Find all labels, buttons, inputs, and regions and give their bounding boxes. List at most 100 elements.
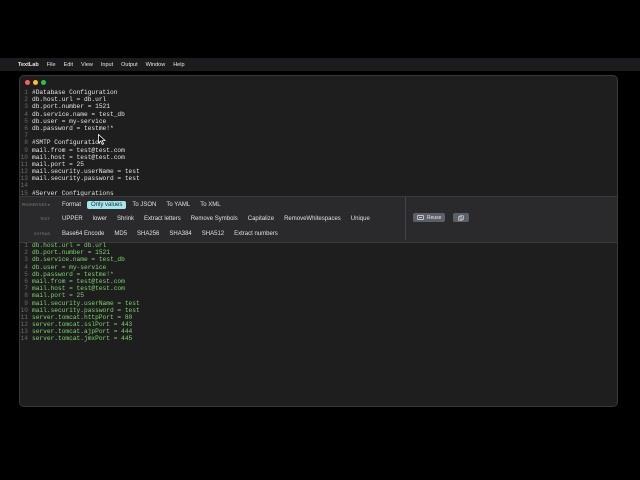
zoom-window-button[interactable]	[41, 80, 46, 85]
reuse-button[interactable]: Reuse	[413, 213, 446, 222]
editor-line: 2 db.host.url = db.url	[20, 96, 140, 103]
reuse-icon	[417, 215, 424, 220]
output-line: 12 server.tomcat.sslPort = 443	[20, 321, 140, 328]
line-number: 13	[20, 328, 28, 336]
line-number: 4	[24, 110, 28, 118]
format-button[interactable]: Format	[58, 201, 85, 209]
output-line: 10 mail.security.password = test	[20, 307, 140, 314]
line-number: 10	[20, 153, 28, 161]
app-window: 1 #Database Configuration 2 db.host.url = d…	[19, 75, 618, 407]
unique-button[interactable]: Unique	[347, 215, 374, 223]
input-editor[interactable]: 1 #Database Configuration 2 db.host.url = d…	[20, 89, 140, 196]
line-text: db.password = testme!*	[32, 124, 114, 132]
copy-button[interactable]	[453, 213, 469, 222]
line-text: mail.host = test@test.com	[32, 285, 125, 293]
minimize-window-button[interactable]	[33, 80, 38, 85]
editor-line: 12 mail.security.userName = test	[20, 168, 140, 175]
output-line: 4 db.user = my-service	[20, 264, 140, 271]
editor-line: 1 #Database Configuration	[20, 89, 140, 96]
line-number: 4	[24, 263, 28, 271]
line-number: 13	[20, 175, 28, 183]
extras-row: EXTRAS Base64 Encode MD5 SHA256 SHA384 SHA51…	[20, 227, 284, 240]
line-number: 5	[24, 270, 28, 278]
editor-line: 10 mail.host = test@test.com	[20, 154, 140, 161]
window-controls	[25, 80, 46, 85]
properties-row: PROPERTIES ▾ Format Only values To JSON To …	[20, 198, 227, 211]
base64-encode-button[interactable]: Base64 Encode	[58, 230, 108, 238]
line-number: 11	[20, 160, 28, 168]
line-number: 12	[20, 321, 28, 329]
upper-button[interactable]: UPPER	[58, 215, 87, 223]
properties-buttons: Format Only values To JSON To YAML To XML	[58, 200, 227, 209]
output-line: 13 server.tomcat.ajpPort = 444	[20, 328, 140, 335]
line-number: 5	[24, 117, 28, 125]
copy-icon	[458, 214, 464, 221]
extras-buttons: Base64 Encode MD5 SHA256 SHA384 SHA512 Extrac…	[58, 230, 284, 238]
line-text: mail.port = 25	[32, 160, 84, 168]
extract-letters-button[interactable]: Extract letters	[140, 215, 185, 223]
sha512-button[interactable]: SHA512	[198, 230, 228, 238]
menu-view[interactable]: View	[81, 62, 93, 68]
line-number: 14	[20, 335, 28, 343]
properties-dropdown[interactable]: PROPERTIES ▾	[20, 203, 50, 207]
line-number: 6	[24, 124, 28, 132]
line-number: 14	[20, 182, 28, 190]
output-line: 5 db.password = testme!*	[20, 271, 140, 278]
to-json-button[interactable]: To JSON	[128, 201, 160, 209]
line-number: 1	[24, 89, 28, 96]
reuse-label: Reuse	[427, 214, 442, 221]
menu-help[interactable]: Help	[173, 62, 184, 68]
output-editor[interactable]: 1 db.host.url = db.url 2 db.port.number = 1…	[20, 242, 140, 343]
editor-line: 14	[20, 182, 140, 189]
extract-numbers-button[interactable]: Extract numbers	[230, 230, 282, 238]
close-window-button[interactable]	[25, 80, 30, 85]
line-number: 9	[24, 146, 28, 154]
menu-bar: TextLab File Edit View Input Output Wind…	[0, 58, 640, 71]
output-line: 8 mail.port = 25	[20, 292, 140, 299]
line-text: db.user = my-service	[32, 117, 107, 125]
line-number: 11	[20, 313, 28, 321]
toolbar-divider	[405, 197, 406, 240]
editor-line: 4 db.service.name = test_db	[20, 111, 140, 118]
sha384-button[interactable]: SHA384	[165, 230, 195, 238]
menu-window[interactable]: Window	[146, 62, 166, 68]
output-line: 7 mail.host = test@test.com	[20, 285, 140, 292]
shrink-button[interactable]: Shrink	[113, 215, 138, 223]
menu-edit[interactable]: Edit	[64, 62, 73, 68]
line-text: mail.from = test@test.com	[32, 277, 125, 285]
to-yaml-button[interactable]: To YAML	[162, 201, 194, 209]
line-text: server.tomcat.jmxPort = 445	[32, 335, 133, 343]
line-text: db.port.number = 1521	[32, 103, 110, 111]
editor-line: 5 db.user = my-service	[20, 118, 140, 125]
line-text: #SMTP Configuration	[32, 139, 103, 147]
md5-button[interactable]: MD5	[110, 230, 131, 238]
menu-input[interactable]: Input	[101, 62, 113, 68]
line-number: 2	[24, 249, 28, 257]
mouse-pointer-icon	[98, 134, 106, 145]
line-number: 8	[24, 139, 28, 147]
editor-line: 8 #SMTP Configuration	[20, 139, 140, 146]
output-line: 11 server.tomcat.httpPort = 80	[20, 314, 140, 321]
capitalize-button[interactable]: Capitalize	[244, 215, 278, 223]
line-text: mail.port = 25	[32, 292, 84, 300]
line-text: mail.security.password = test	[32, 175, 140, 183]
menu-file[interactable]: File	[47, 62, 56, 68]
line-text: db.service.name = test_db	[32, 256, 125, 264]
output-line: 14 server.tomcat.jmxPort = 445	[20, 335, 140, 342]
to-xml-button[interactable]: To XML	[196, 201, 224, 209]
output-line: 9 mail.security.userName = test	[20, 300, 139, 307]
only-values-button[interactable]: Only values	[87, 200, 127, 209]
editor-line: 9 mail.from = test@test.com	[20, 147, 140, 154]
menu-output[interactable]: Output	[121, 62, 138, 68]
action-toolbar: PROPERTIES ▾ Format Only values To JSON To …	[20, 196, 617, 243]
line-number: 6	[24, 277, 28, 285]
output-line: 3 db.service.name = test_db	[20, 256, 140, 263]
sha256-button[interactable]: SHA256	[133, 230, 163, 238]
line-text: db.password = testme!*	[32, 270, 114, 278]
remove-symbols-button[interactable]: Remove Symbols	[187, 215, 242, 223]
lower-button[interactable]: lower	[89, 215, 111, 223]
menu-app-name[interactable]: TextLab	[18, 62, 39, 68]
line-text: db.user = my-service	[32, 263, 107, 271]
removewhitespaces-button[interactable]: RemoveWhitespaces	[280, 215, 345, 223]
line-number: 12	[20, 168, 28, 176]
